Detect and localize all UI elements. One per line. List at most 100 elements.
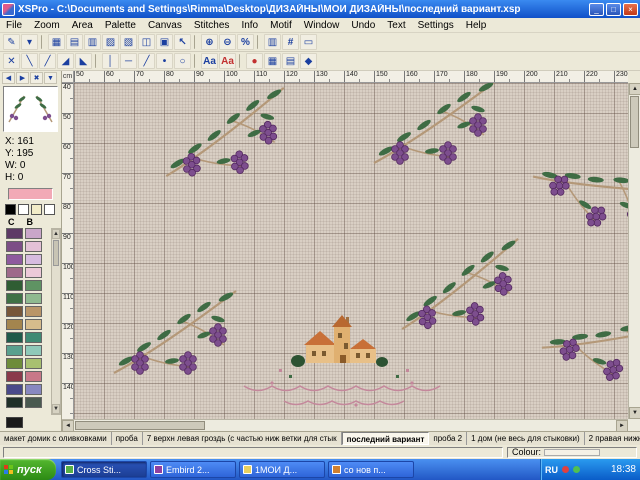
palette-scroll-down-icon[interactable]: ▼ [52,404,60,414]
full-cross-stitch-icon[interactable]: ✕ [3,53,20,69]
palette-swatch-cross[interactable] [6,254,23,265]
horizontal-scrollbar[interactable]: ◄ ► [62,419,628,431]
palette-scroll-thumb[interactable] [53,240,59,266]
scroll-up-icon[interactable]: ▲ [629,83,640,95]
menu-item[interactable]: Stitches [188,20,236,31]
view-quarter-stitch-icon[interactable]: ▨ [102,34,119,50]
zoom-out-icon[interactable]: ⊖ [219,34,236,50]
palette-swatch-cross[interactable] [6,228,23,239]
fill-tool-icon[interactable]: ◆ [300,53,317,69]
motif-delete-icon[interactable]: ✖ [30,72,43,84]
menu-item[interactable]: Canvas [142,20,188,31]
quick-swatch-black[interactable] [5,204,16,215]
motif-next-icon[interactable]: ▶ [16,72,29,84]
menu-item[interactable]: Motif [264,20,298,31]
three-quarter-stitch-icon[interactable]: ◣ [75,53,92,69]
palette-swatch-blend[interactable] [25,228,42,239]
view-bead-icon[interactable]: ▣ [156,34,173,50]
menu-item[interactable]: Undo [345,20,381,31]
taskbar-task[interactable]: Embird 2... [150,461,236,478]
palette-swatch-blend[interactable] [25,384,42,395]
zoom-in-icon[interactable]: ⊕ [201,34,218,50]
menu-item[interactable]: Settings [412,20,460,31]
menu-item[interactable]: Palette [99,20,142,31]
palette-swatch-blend[interactable] [25,280,42,291]
scroll-down-icon[interactable]: ▼ [629,407,640,419]
pattern-tab[interactable]: проба 2 [429,432,467,445]
tray-app-icon[interactable] [573,466,580,473]
minimize-button[interactable]: _ [589,3,604,16]
bead-tool-icon[interactable]: ○ [174,53,191,69]
menu-item[interactable]: Help [460,20,493,31]
palette-swatch-blend[interactable] [25,358,42,369]
text-tool-icon[interactable]: Aa [201,53,218,69]
menu-item[interactable]: Area [66,20,99,31]
half-stitch-alt-icon[interactable]: ╱ [39,53,56,69]
design-canvas[interactable] [74,83,628,419]
select-arrow-icon[interactable]: ↖ [174,34,191,50]
backstitch-horizontal-icon[interactable]: ─ [120,53,137,69]
pencil-tool-icon[interactable]: ✎ [3,34,20,50]
palette-swatch-blend[interactable] [25,397,42,408]
menu-item[interactable]: Zoom [28,20,66,31]
palette-scroll-up-icon[interactable]: ▲ [52,229,60,239]
quick-swatch-cream[interactable] [31,204,42,215]
palette-swatch-cross[interactable] [6,332,23,343]
colour-picker-icon[interactable]: ● [246,53,263,69]
palette-swatch-cross[interactable] [6,358,23,369]
vertical-scrollbar[interactable]: ▲ ▼ [628,83,640,419]
palette-swatch-blend[interactable] [25,371,42,382]
horizontal-scroll-thumb[interactable] [75,421,205,430]
palette-swatch-cross[interactable] [6,280,23,291]
half-stitch-icon[interactable]: ╲ [21,53,38,69]
palette-swatch-blend[interactable] [25,241,42,252]
view-back-stitch-icon[interactable]: ▧ [120,34,137,50]
palette-swatch-cross[interactable] [6,371,23,382]
taskbar-task[interactable]: 1МОИ Д... [239,461,325,478]
palette-swatch-blend[interactable] [25,293,42,304]
pattern-tab[interactable]: 1 дом (не весь для стыковки) [467,432,585,445]
pattern-tab[interactable]: 2 правая нижн гр. [585,432,640,445]
palette-swatch-blend[interactable] [25,332,42,343]
palette-swatch-blend[interactable] [25,254,42,265]
menu-item[interactable]: Info [235,20,264,31]
tool-dropdown-icon[interactable]: ▾ [21,34,38,50]
pattern-tab[interactable]: последний вариант [342,432,430,445]
scroll-left-icon[interactable]: ◄ [62,420,74,432]
pattern-tab[interactable]: макет домик с оливковками [0,432,112,445]
thread-list-icon[interactable]: ▤ [282,53,299,69]
palette-swatch-blend[interactable] [25,267,42,278]
motif-prev-icon[interactable]: ◀ [2,72,15,84]
quick-swatch-white[interactable] [18,204,29,215]
pattern-tab[interactable]: проба [112,432,143,445]
taskbar-task[interactable]: со нов п... [328,461,414,478]
motif-preview[interactable] [3,86,58,132]
motif-menu-icon[interactable]: ▼ [44,72,57,84]
vertical-scroll-thumb[interactable] [630,96,639,148]
text-tool-alt-icon[interactable]: Aa [219,53,236,69]
backstitch-diagonal-icon[interactable]: ╱ [138,53,155,69]
french-knot-icon[interactable]: • [156,53,173,69]
menu-item[interactable]: File [0,20,28,31]
palette-swatch-cross[interactable] [6,384,23,395]
language-indicator[interactable]: RU [545,465,558,475]
palette-swatch-cross[interactable] [6,293,23,304]
palette-view-icon[interactable]: ▦ [264,53,281,69]
rulers-toggle-icon[interactable]: ▭ [300,34,317,50]
view-knot-icon[interactable]: ◫ [138,34,155,50]
grid-toggle-icon[interactable]: # [282,34,299,50]
palette-swatch-cross[interactable] [6,319,23,330]
tray-status-icon[interactable] [562,466,569,473]
view-petite-stitch-icon[interactable]: ▤ [66,34,83,50]
palette-swatch-blend[interactable] [25,306,42,317]
view-half-stitch-icon[interactable]: ▥ [84,34,101,50]
copy-icon[interactable]: ▥ [264,34,281,50]
palette-scrollbar[interactable]: ▲ ▼ [51,228,61,415]
quick-swatch-blend[interactable] [44,204,55,215]
palette-swatch-cross[interactable] [6,397,23,408]
palette-swatch-cross[interactable] [6,267,23,278]
palette-swatch-blend[interactable] [25,319,42,330]
background-colour-swatch[interactable] [6,417,23,428]
taskbar-task[interactable]: Cross Sti... [61,461,147,478]
maximize-button[interactable]: □ [606,3,621,16]
